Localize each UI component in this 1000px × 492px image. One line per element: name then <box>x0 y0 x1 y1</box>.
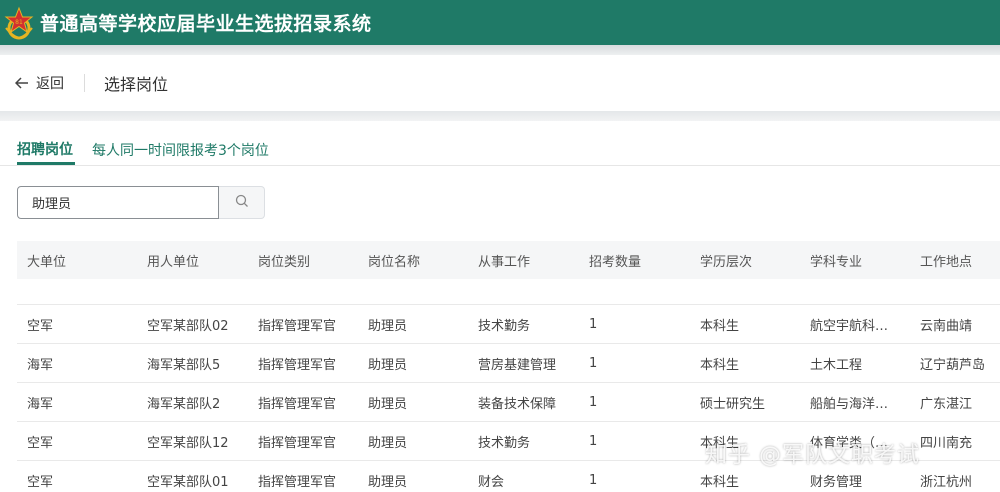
table-cell: 海军 <box>27 357 54 373</box>
table-cell: 1 <box>589 472 598 488</box>
page-title: 选择岗位 <box>104 75 169 94</box>
table-cell: 空军 <box>27 474 54 490</box>
table-cell: 财会 <box>478 474 505 490</box>
search-icon <box>235 193 249 212</box>
column-header: 用人单位 <box>147 254 200 270</box>
app-title: 普通高等学校应届毕业生选拔招录系统 <box>40 13 372 35</box>
table-cell: 指挥管理军官 <box>258 474 337 490</box>
column-header: 招考数量 <box>589 254 642 270</box>
table-cell: 云南曲靖 <box>920 318 973 334</box>
column-header: 从事工作 <box>478 254 531 270</box>
table-cell: 海军某部队5 <box>147 357 221 373</box>
tab-recruitment-positions[interactable]: 招聘岗位 <box>17 139 73 159</box>
table-row[interactable]: 空军 空军某部队02 指挥管理军官 助理员 技术勤务 1 本科生 航空宇航科学... 云南曲靖 <box>17 305 1000 344</box>
search-button[interactable] <box>219 186 265 219</box>
table-cell: 1 <box>589 316 598 332</box>
table-cell: 指挥管理军官 <box>258 396 337 412</box>
table-cell: 助理员 <box>368 357 408 373</box>
column-header: 岗位类别 <box>258 254 311 270</box>
table-cell: 1 <box>589 394 598 410</box>
table-cell: 本科生 <box>700 474 740 490</box>
column-header: 大单位 <box>27 254 67 270</box>
table-cell: 1 <box>589 433 598 449</box>
divider <box>84 74 85 92</box>
table-cell: 助理员 <box>368 396 408 412</box>
table-cell: 海军某部队2 <box>147 396 221 412</box>
table-cell: 营房基建管理 <box>478 357 557 373</box>
watermark: 知乎 @军队文职考试 <box>705 443 920 468</box>
table-cell: 技术勤务 <box>478 435 531 451</box>
search-input[interactable] <box>17 186 219 219</box>
table-cell: 浙江杭州 <box>920 474 973 490</box>
table-cell: 广东湛江 <box>920 396 973 412</box>
table-cell: 船舶与海洋工程 <box>810 396 898 412</box>
army-emblem-icon: 81 <box>2 6 36 40</box>
column-header: 学科专业 <box>810 254 863 270</box>
table-cell: 助理员 <box>368 318 408 334</box>
table-cell: 指挥管理军官 <box>258 435 337 451</box>
table-cell: 财务管理 <box>810 474 863 490</box>
section-divider <box>0 111 1000 121</box>
search-bar <box>17 186 265 219</box>
back-button[interactable]: 返回 <box>14 73 64 93</box>
table-cell: 空军某部队01 <box>147 474 229 490</box>
app-header: 81 普通高等学校应届毕业生选拔招录系统 <box>0 0 1000 45</box>
back-label: 返回 <box>36 76 64 92</box>
table-cell: 硕士研究生 <box>700 396 766 412</box>
table-cell: 土木工程 <box>810 357 863 373</box>
table-cell: 本科生 <box>700 318 740 334</box>
table-cell: 本科生 <box>700 357 740 373</box>
table-cell: 空军某部队12 <box>147 435 229 451</box>
arrow-left-icon <box>14 74 29 93</box>
svg-text:81: 81 <box>15 19 23 26</box>
table-cell: 1 <box>589 355 598 371</box>
table-cell: 辽宁葫芦岛 <box>920 357 986 373</box>
column-header: 岗位名称 <box>368 254 421 270</box>
page-subheader: 返回 选择岗位 <box>0 55 1000 111</box>
table-header: 大单位 用人单位 岗位类别 岗位名称 从事工作 招考数量 学历层次 学科专业 工… <box>17 241 1000 279</box>
table-cell: 指挥管理军官 <box>258 357 337 373</box>
table-cell: 空军 <box>27 318 54 334</box>
table-cell: 指挥管理军官 <box>258 318 337 334</box>
table-cell: 助理员 <box>368 435 408 451</box>
table-cell: 助理员 <box>368 474 408 490</box>
table-cell: 四川南充 <box>920 435 973 451</box>
column-header: 工作地点 <box>920 254 973 270</box>
table-row[interactable]: 海军 海军某部队5 指挥管理军官 助理员 营房基建管理 1 本科生 土木工程 辽宁葫芦岛 <box>17 344 1000 383</box>
table-row[interactable]: 海军 海军某部队2 指挥管理军官 助理员 装备技术保障 1 硕士研究生 船舶与海洋工程 广东湛江 <box>17 383 1000 422</box>
tab-bar: 招聘岗位 每人同一时间限报考3个岗位 <box>0 121 1000 166</box>
table-cell: 装备技术保障 <box>478 396 557 412</box>
header-divider <box>0 45 1000 55</box>
table-cell: 航空宇航科学... <box>810 318 898 334</box>
table-cell: 空军 <box>27 435 54 451</box>
column-header: 学历层次 <box>700 254 753 270</box>
table-cell: 海军 <box>27 396 54 412</box>
active-tab-indicator <box>17 162 75 165</box>
table-cell: 技术勤务 <box>478 318 531 334</box>
table-cell: 空军某部队02 <box>147 318 229 334</box>
application-limit-note: 每人同一时间限报考3个岗位 <box>92 143 269 159</box>
